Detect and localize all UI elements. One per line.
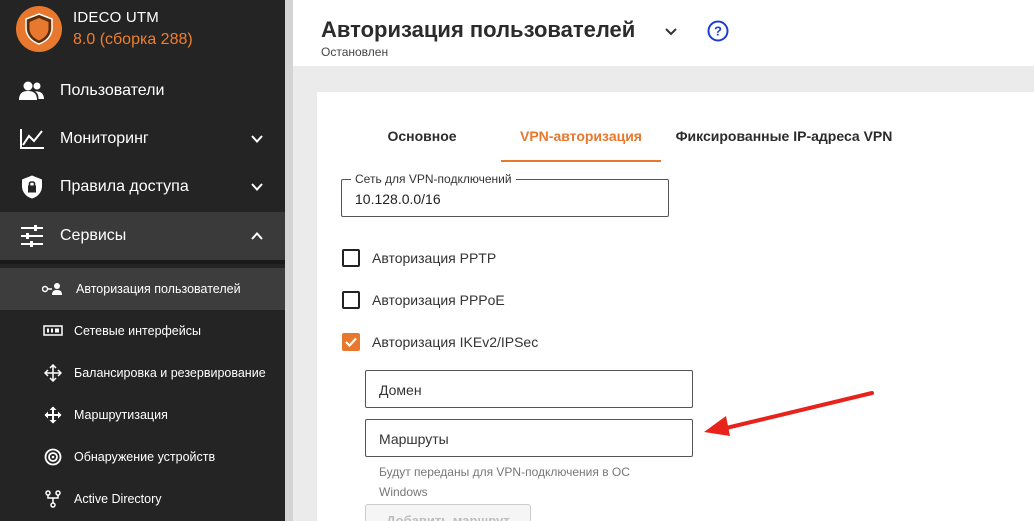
routes-input[interactable]: Маршруты: [365, 419, 693, 457]
users-icon: [18, 79, 46, 103]
sidebar-item-label: Правила доступа: [60, 178, 189, 195]
user-key-icon: [42, 280, 64, 298]
routes-hint: Будут переданы для VPN-подключения в ОС …: [379, 465, 630, 499]
help-icon[interactable]: ?: [707, 20, 729, 42]
radar-icon: [42, 448, 64, 466]
pppoe-checkbox-label: Авторизация PPPoE: [372, 292, 505, 308]
sidebar-subitem-network-interfaces[interactable]: Сетевые интерфейсы: [0, 310, 285, 352]
chevron-down-icon: [251, 135, 263, 143]
sidebar-subitem-label: Маршрутизация: [74, 408, 168, 422]
sidebar-subitem-active-directory[interactable]: Active Directory: [0, 478, 285, 520]
vpn-network-legend: Сеть для VPN-подключений: [351, 172, 516, 186]
sidebar-item-monitoring[interactable]: Мониторинг: [0, 115, 285, 163]
balance-arrows-icon: [42, 364, 64, 382]
sidebar-item-label: Сервисы: [60, 227, 127, 244]
directory-tree-icon: [42, 490, 64, 508]
pptp-checkbox-row[interactable]: Авторизация PPTP: [342, 247, 496, 269]
pptp-checkbox-label: Авторизация PPTP: [372, 250, 497, 266]
service-status: Остановлен: [321, 45, 389, 59]
sidebar-subitem-balancing[interactable]: Балансировка и резервирование: [0, 352, 285, 394]
tab-fixed-vpn-ip[interactable]: Фиксированные IP-адреса VPN: [669, 128, 899, 162]
svg-text:?: ?: [714, 24, 722, 39]
ikev2-checkbox-label: Авторизация IKEv2/IPSec: [372, 334, 539, 350]
domain-input[interactable]: Домен: [365, 370, 693, 408]
settings-card: Основное VPN-авторизация Фиксированные I…: [317, 92, 1034, 521]
sidebar-subitem-user-auth[interactable]: Авторизация пользователей: [0, 268, 285, 310]
sidebar-subitem-routing[interactable]: Маршрутизация: [0, 394, 285, 436]
vpn-network-value: 10.128.0.0/16: [355, 191, 441, 207]
checkmark-icon: [345, 337, 357, 348]
pppoe-checkbox-row[interactable]: Авторизация PPPoE: [342, 289, 505, 311]
chevron-up-icon: [251, 232, 263, 240]
annotation-arrow-icon: [704, 391, 874, 436]
active-tab-indicator: [501, 160, 661, 162]
vpn-network-field[interactable]: Сеть для VPN-подключений 10.128.0.0/16: [341, 172, 669, 217]
chart-line-icon: [18, 127, 46, 151]
page-title: Авторизация пользователей: [321, 17, 636, 42]
brand: IDECO UTM 8.0 (сборка 288): [16, 6, 193, 52]
sliders-icon: [18, 224, 46, 248]
sidebar-subitem-label: Active Directory: [74, 492, 162, 506]
sidebar-subitem-label: Балансировка и резервирование: [74, 366, 266, 380]
sidebar-item-access-rules[interactable]: Правила доступа: [0, 163, 285, 211]
sidebar-subitem-label: Сетевые интерфейсы: [74, 324, 201, 338]
sidebar-subitem-label: Авторизация пользователей: [76, 282, 241, 296]
sidebar-subitem-device-discovery[interactable]: Обнаружение устройств: [0, 436, 285, 478]
sidebar: IDECO UTM 8.0 (сборка 288) Пользователи …: [0, 0, 285, 521]
shield-lock-icon: [18, 175, 46, 199]
ikev2-checkbox-row[interactable]: Авторизация IKEv2/IPSec: [342, 331, 538, 353]
add-route-button[interactable]: Добавить маршрут: [365, 504, 531, 521]
routes-placeholder: Маршруты: [379, 431, 449, 447]
sidebar-item-label: Мониторинг: [60, 130, 149, 147]
sidebar-divider: [0, 260, 285, 264]
sidebar-item-users[interactable]: Пользователи: [0, 67, 285, 115]
tab-vpn-auth[interactable]: VPN-авторизация: [501, 128, 661, 162]
brand-title: IDECO UTM: [73, 9, 159, 26]
domain-placeholder: Домен: [379, 382, 422, 398]
pptp-checkbox[interactable]: [342, 249, 360, 267]
sidebar-scrollbar[interactable]: [285, 0, 293, 521]
ikev2-checkbox[interactable]: [342, 333, 360, 351]
sidebar-item-label: Пользователи: [60, 82, 165, 99]
tab-general[interactable]: Основное: [377, 128, 467, 162]
chevron-down-icon[interactable]: [662, 22, 680, 40]
chevron-down-icon: [251, 183, 263, 191]
brand-version: 8.0 (сборка 288): [73, 31, 193, 48]
pppoe-checkbox[interactable]: [342, 291, 360, 309]
sidebar-item-services[interactable]: Сервисы: [0, 212, 285, 260]
network-card-icon: [42, 322, 64, 340]
sidebar-subitem-label: Обнаружение устройств: [74, 450, 216, 464]
ideco-logo: [16, 6, 62, 52]
route-arrows-icon: [42, 406, 64, 424]
page-header: Авторизация пользователей ? Остановлен: [293, 0, 1034, 66]
